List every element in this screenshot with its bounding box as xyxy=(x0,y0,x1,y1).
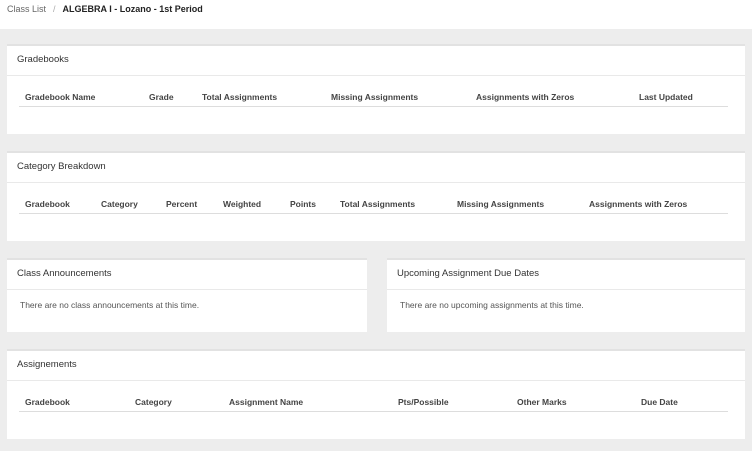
gradebooks-table-header: Gradebook Name Grade Total Assignments M… xyxy=(19,89,728,107)
category-breakdown-panel: Category Breakdown Gradebook Category Pe… xyxy=(7,151,745,241)
upcoming-due-dates-empty-message: There are no upcoming assignments at thi… xyxy=(400,300,584,310)
column-header-missing-assignments[interactable]: Missing Assignments xyxy=(457,199,544,209)
category-breakdown-table-header: Gradebook Category Percent Weighted Poin… xyxy=(19,196,728,214)
class-announcements-panel-title: Class Announcements xyxy=(7,260,367,290)
column-header-assignments-with-zeros[interactable]: Assignments with Zeros xyxy=(476,92,574,102)
assignments-table-header: Gradebook Category Assignment Name Pts/P… xyxy=(19,394,728,412)
category-breakdown-panel-title: Category Breakdown xyxy=(7,153,745,183)
column-header-gradebook-name[interactable]: Gradebook Name xyxy=(25,92,95,102)
breadcrumb-class-list-link[interactable]: Class List xyxy=(7,4,46,14)
column-header-percent[interactable]: Percent xyxy=(166,199,197,209)
column-header-points[interactable]: Points xyxy=(290,199,316,209)
column-header-last-updated[interactable]: Last Updated xyxy=(639,92,693,102)
column-header-category[interactable]: Category xyxy=(101,199,138,209)
column-header-weighted[interactable]: Weighted xyxy=(223,199,261,209)
column-header-due-date[interactable]: Due Date xyxy=(641,397,678,407)
column-header-missing-assignments[interactable]: Missing Assignments xyxy=(331,92,418,102)
column-header-assignments-with-zeros[interactable]: Assignments with Zeros xyxy=(589,199,687,209)
assignments-panel: Assignements Gradebook Category Assignme… xyxy=(7,349,745,439)
upcoming-due-dates-panel: Upcoming Assignment Due Dates There are … xyxy=(387,258,745,332)
gradebooks-panel: Gradebooks Gradebook Name Grade Total As… xyxy=(7,44,745,134)
column-header-gradebook[interactable]: Gradebook xyxy=(25,199,70,209)
column-header-gradebook[interactable]: Gradebook xyxy=(25,397,70,407)
class-announcements-panel: Class Announcements There are no class a… xyxy=(7,258,367,332)
assignments-panel-title: Assignements xyxy=(7,351,745,381)
column-header-other-marks[interactable]: Other Marks xyxy=(517,397,567,407)
column-header-pts-possible[interactable]: Pts/Possible xyxy=(398,397,449,407)
column-header-grade[interactable]: Grade xyxy=(149,92,174,102)
breadcrumb-separator: / xyxy=(53,4,56,14)
upcoming-due-dates-panel-title: Upcoming Assignment Due Dates xyxy=(387,260,745,290)
column-header-total-assignments[interactable]: Total Assignments xyxy=(202,92,277,102)
breadcrumb-current-class: ALGEBRA I - Lozano - 1st Period xyxy=(62,4,203,14)
class-announcements-empty-message: There are no class announcements at this… xyxy=(20,300,200,310)
breadcrumb-bar: Class List / ALGEBRA I - Lozano - 1st Peri… xyxy=(0,0,752,29)
column-header-category[interactable]: Category xyxy=(135,397,172,407)
column-header-total-assignments[interactable]: Total Assignments xyxy=(340,199,415,209)
gradebooks-panel-title: Gradebooks xyxy=(7,46,745,76)
column-header-assignment-name[interactable]: Assignment Name xyxy=(229,397,303,407)
